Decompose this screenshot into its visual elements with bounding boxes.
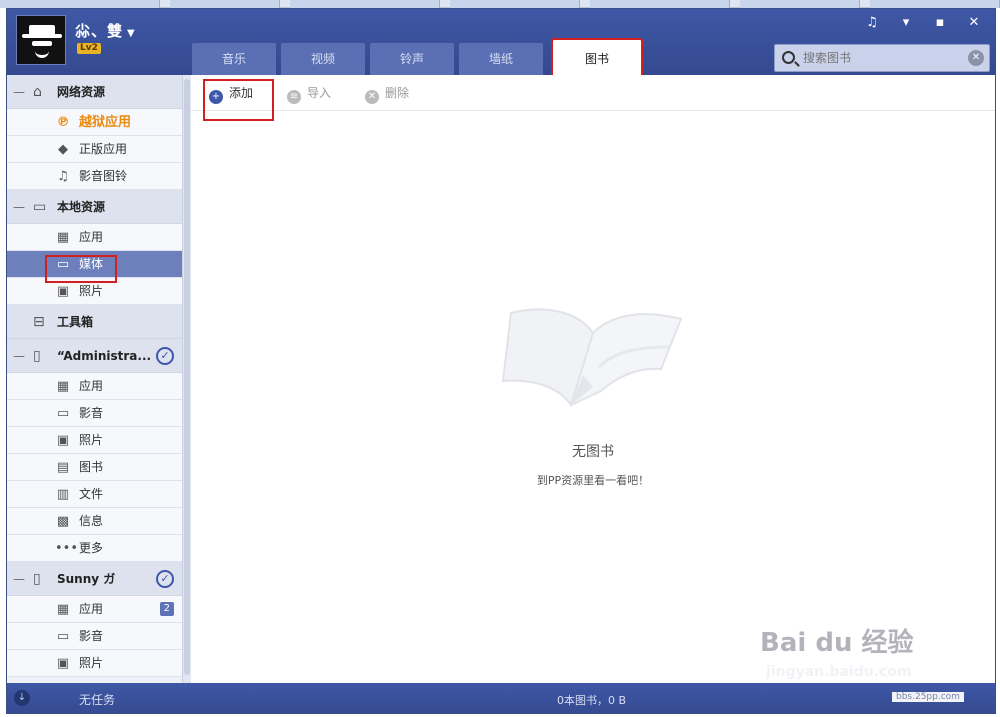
username-dropdown[interactable]: 尛、雙 ▼ [75,20,136,41]
book-count: 0本图书，0 B [557,694,627,707]
book-icon: ▤ [56,460,70,475]
video-icon: ▭ [56,629,70,644]
message-icon: ▩ [56,514,70,529]
browser-tab[interactable] [170,0,280,8]
watermark-site: bbs.25pp.com [892,692,964,702]
sidebar-section-device-sunny[interactable]: — ▯ Sunny ガ ✓ [7,562,182,596]
clear-icon[interactable]: ✕ [968,50,984,66]
sidebar: — ⌂ 网络资源 ℗ 越狱应用 ◆ 正版应用 ♫ 影音图铃 — ▭ 本地资源 ▦… [7,75,183,683]
empty-title: 无图书 [572,444,614,460]
browser-tab[interactable] [740,0,860,8]
browser-tab[interactable] [290,0,440,8]
task-status[interactable]: 无任务 [79,691,115,708]
sidebar-item-device-apps[interactable]: ▦ 应用 [7,373,182,400]
chevron-down-icon: ▼ [127,28,136,39]
sidebar-item-media-ringtones[interactable]: ♫ 影音图铃 [7,163,182,190]
grid-icon: ▦ [56,602,70,617]
browser-tab[interactable] [870,0,1000,8]
sidebar-item-device2-media[interactable]: ▭ 影音 [7,623,182,650]
connected-check-icon: ✓ [156,570,174,588]
scrollbar-thumb[interactable] [184,79,190,675]
file-icon: ▥ [56,487,70,502]
window-controls: ♫ ▾ ▪ ✕ [855,12,991,34]
browser-tab[interactable] [590,0,730,8]
tab-ringtone[interactable]: 铃声 [370,43,454,75]
annotation-highlight-box [45,255,117,283]
sidebar-item-device-books[interactable]: ▤ 图书 [7,454,182,481]
monitor-icon: ▭ [33,199,47,215]
level-badge: Lv2 [77,43,101,54]
sidebar-item-device-messages[interactable]: ▩ 信息 [7,508,182,535]
phone-icon: ▯ [33,571,41,587]
import-button[interactable]: ≡ 导入 [287,84,331,104]
baidu-watermark: Bai du 经验 [760,628,914,658]
search-input[interactable] [803,48,963,68]
browser-tab[interactable] [0,0,160,8]
collapse-icon[interactable]: — [13,562,25,596]
more-icon: ••• [55,541,79,556]
tab-video[interactable]: 视频 [281,43,365,75]
sidebar-item-device-media[interactable]: ▭ 影音 [7,400,182,427]
main-panel: + 添加 ≡ 导入 ✕ 删除 无图书 到PP资源里看一看吧！ [191,75,995,683]
tab-music[interactable]: 音乐 [192,43,276,75]
browser-tab[interactable] [450,0,580,8]
apple-icon: ◆ [58,142,68,157]
watermark-url: jingyan.baidu.com [766,664,912,680]
app-count-badge: 2 [159,602,174,616]
sidebar-scrollbar[interactable] [183,75,191,683]
music-icon: ♫ [57,169,69,184]
empty-state: 无图书 到PP资源里看一看吧！ [191,111,995,683]
import-icon: ≡ [287,90,301,104]
sidebar-section-toolbox[interactable]: ⊟ 工具箱 [7,305,182,339]
sidebar-item-device-files[interactable]: ▥ 文件 [7,481,182,508]
close-icon[interactable]: ✕ [957,12,991,34]
sidebar-section-online[interactable]: — ⌂ 网络资源 [7,75,182,109]
avatar[interactable] [16,15,66,65]
video-icon: ▭ [56,406,70,421]
pp-assistant-window: 尛、雙▼ Lv2 ♫ ▾ ▪ ✕ 音乐 视频 铃声 墙纸 图书 ✕ — ⌂ 网络… [6,8,996,714]
phone-icon: ▯ [33,348,41,364]
browser-tab-strip [0,0,1000,8]
toolbox-icon: ⊟ [33,314,45,330]
sidebar-item-device2-apps[interactable]: ▦ 应用 2 [7,596,182,623]
photo-icon: ▣ [56,656,70,671]
collapse-icon[interactable]: — [13,75,25,109]
sidebar-section-device-administrator[interactable]: — ▯ “Administra... ✓ [7,339,182,373]
music-player-icon[interactable]: ♫ [855,12,889,34]
delete-button[interactable]: ✕ 删除 [365,84,409,104]
empty-subtitle-link[interactable]: 到PP资源里看一看吧！ [191,472,995,488]
search-box: ✕ [774,44,990,72]
sidebar-item-local-apps[interactable]: ▦ 应用 [7,224,182,251]
connected-check-icon: ✓ [156,347,174,365]
sidebar-item-genuine-apps[interactable]: ◆ 正版应用 [7,136,182,163]
home-icon: ⌂ [33,84,42,100]
menu-icon[interactable]: ▾ [889,12,923,34]
sidebar-item-jailbreak-apps[interactable]: ℗ 越狱应用 [7,109,182,136]
category-tabs: 音乐 视频 铃声 墙纸 图书 [192,38,647,86]
collapse-icon[interactable]: — [13,339,25,373]
sidebar-section-local[interactable]: — ▭ 本地资源 [7,190,182,224]
grid-icon: ▦ [56,379,70,394]
username-label: 尛、雙 [75,22,124,40]
tab-wallpaper[interactable]: 墙纸 [459,43,543,75]
collapse-icon[interactable]: — [13,190,25,224]
p-icon: ℗ [56,115,70,130]
header-bar: 尛、雙▼ Lv2 ♫ ▾ ▪ ✕ 音乐 视频 铃声 墙纸 图书 ✕ [7,9,995,86]
status-bar: ↓ 无任务 0本图书，0 B [7,683,995,713]
search-icon[interactable] [782,51,795,64]
open-book-illustration [501,308,683,408]
toolbar: + 添加 ≡ 导入 ✕ 删除 [191,75,995,121]
sidebar-item-device-photos[interactable]: ▣ 照片 [7,427,182,454]
delete-icon: ✕ [365,90,379,104]
grid-icon: ▦ [56,230,70,245]
sidebar-item-device-more[interactable]: ••• 更多 [7,535,182,562]
minimize-icon[interactable]: ▪ [923,12,957,34]
download-icon[interactable]: ↓ [14,690,30,706]
photo-icon: ▣ [56,433,70,448]
sidebar-item-device2-photos[interactable]: ▣ 照片 [7,650,182,677]
